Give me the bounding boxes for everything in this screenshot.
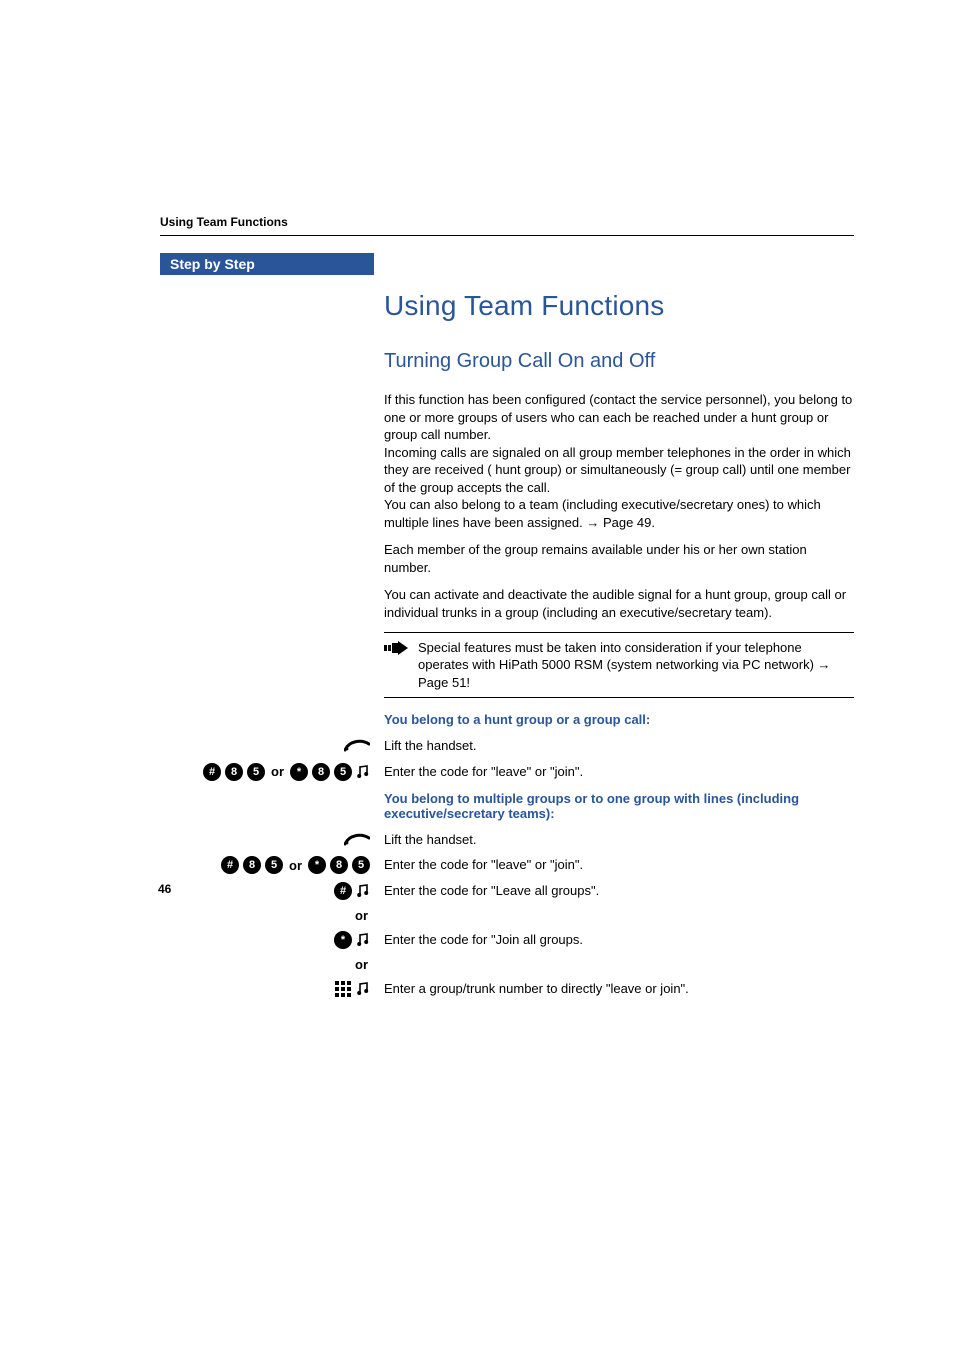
section-title-h2: Turning Group Call On and Off xyxy=(384,350,854,373)
tone-icon xyxy=(356,981,370,997)
or-label: or xyxy=(287,858,304,873)
key-5: 5 xyxy=(265,856,283,874)
key-5: 5 xyxy=(352,856,370,874)
key-hash: # xyxy=(203,763,221,781)
or-label: or xyxy=(353,957,370,972)
keypad-icon xyxy=(334,980,352,998)
key-star: * xyxy=(290,763,308,781)
note-block: Special features must be taken into cons… xyxy=(384,632,854,699)
step-b2-text: Enter the code for "leave" or "join". xyxy=(384,856,854,874)
key-8: 8 xyxy=(243,856,261,874)
subhead-a: You belong to a hunt group or a group ca… xyxy=(384,712,854,727)
key-hash: # xyxy=(221,856,239,874)
step-b3-text: Enter the code for "Leave all groups". xyxy=(384,882,854,900)
key-8: 8 xyxy=(312,763,330,781)
key-5: 5 xyxy=(334,763,352,781)
tone-icon xyxy=(356,764,370,780)
key-8: 8 xyxy=(225,763,243,781)
step-by-step-bar: Step by Step xyxy=(160,253,374,275)
page-number: 46 xyxy=(158,882,171,896)
note-arrow-icon xyxy=(384,641,408,692)
tone-icon xyxy=(356,883,370,899)
or-label: or xyxy=(353,908,370,923)
lift-handset-icon xyxy=(344,831,370,847)
intro-paragraph-3: You can activate and deactivate the audi… xyxy=(384,586,854,621)
lift-handset-icon xyxy=(344,737,370,753)
header-rule xyxy=(160,235,854,236)
key-star: * xyxy=(308,856,326,874)
step-b1-text: Lift the handset. xyxy=(384,831,854,849)
running-head: Using Team Functions xyxy=(160,215,288,229)
step-b5-text: Enter a group/trunk number to directly "… xyxy=(384,980,854,998)
key-5: 5 xyxy=(247,763,265,781)
key-8: 8 xyxy=(330,856,348,874)
subhead-b: You belong to multiple groups or to one … xyxy=(384,791,854,821)
or-label: or xyxy=(269,764,286,779)
page-title-h1: Using Team Functions xyxy=(384,290,854,322)
step-b4-text: Enter the code for "Join all groups. xyxy=(384,931,854,949)
intro-paragraph-1: If this function has been configured (co… xyxy=(384,391,854,531)
key-star: * xyxy=(334,931,352,949)
key-hash: # xyxy=(334,882,352,900)
note-text: Special features must be taken into cons… xyxy=(418,639,854,692)
step-a2-text: Enter the code for "leave" or "join". xyxy=(384,763,854,781)
intro-paragraph-2: Each member of the group remains availab… xyxy=(384,541,854,576)
step-a1-text: Lift the handset. xyxy=(384,737,854,755)
tone-icon xyxy=(356,932,370,948)
